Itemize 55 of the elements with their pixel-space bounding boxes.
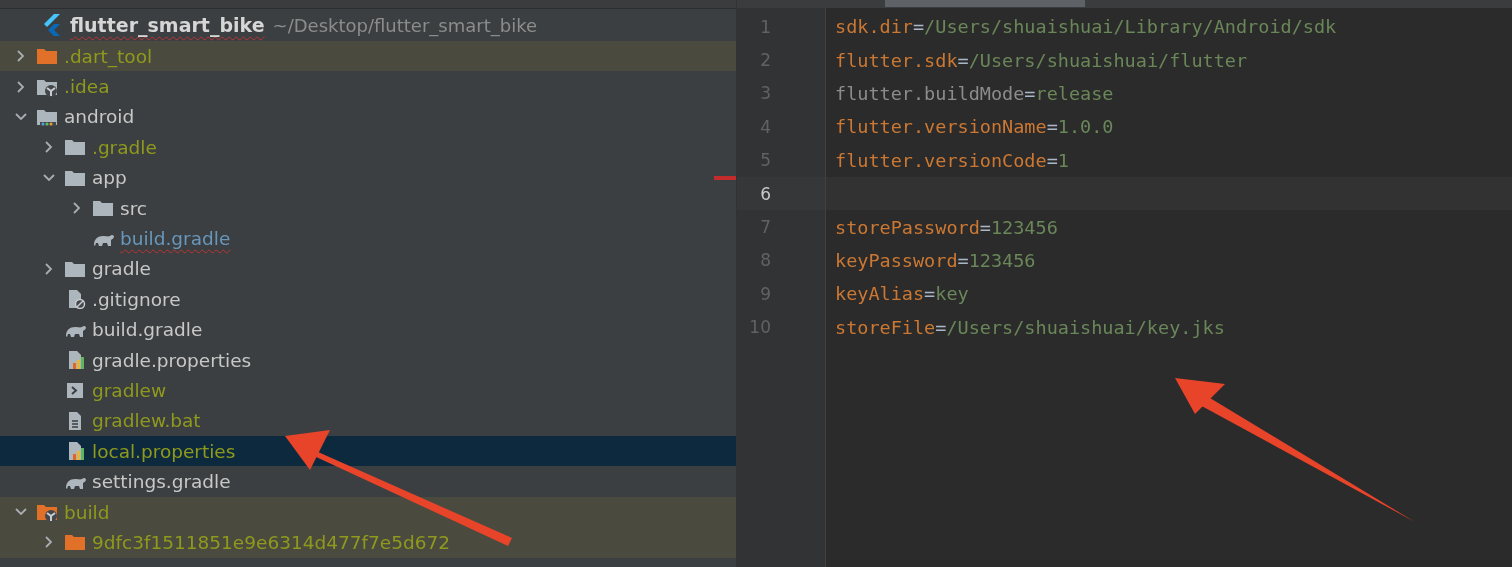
terminal-icon [64, 380, 86, 401]
tree-item[interactable]: app [0, 162, 736, 193]
code-line: flutter.buildMode=release [835, 82, 1114, 104]
file-name: .gitignore [92, 288, 181, 310]
tree-item[interactable]: src [0, 192, 736, 224]
file-name: gradle [92, 258, 151, 280]
file-name: local.properties [92, 440, 236, 462]
flutter-logo-icon [42, 13, 62, 37]
file-name: build [64, 501, 110, 523]
tree-item[interactable]: build.gradle [0, 223, 736, 254]
file-name: .idea [64, 76, 110, 98]
file-name: 9dfc3f1511851e9e6314d477f7e5d672 [92, 531, 451, 553]
folder-icon [64, 532, 86, 553]
tree-item[interactable]: gradle.properties [0, 344, 736, 376]
file-name: .gradle [92, 136, 157, 158]
tree-item[interactable]: .dart_tool [0, 41, 736, 72]
file-name: app [92, 167, 127, 189]
code-line: flutter.sdk=/Users/shuaishuai/flutter [835, 49, 1248, 71]
tree-item[interactable]: android [0, 101, 736, 133]
tree-item[interactable]: .idea [0, 71, 736, 102]
tree-item[interactable]: local.properties [0, 436, 736, 467]
tree-item[interactable]: settings.gradle [0, 466, 736, 497]
line-number: 6 [759, 183, 771, 204]
file-name: android [64, 106, 135, 128]
file-name: build.gradle [120, 228, 231, 250]
tree-item[interactable]: build [0, 496, 736, 528]
file-name: gradlew.bat [92, 410, 201, 432]
code-line: keyAlias=key [835, 283, 969, 305]
tree-item[interactable]: 9dfc3f1511851e9e6314d477f7e5d672 [0, 527, 736, 558]
folder-icon [64, 137, 86, 158]
file-name: settings.gradle [92, 471, 231, 493]
tree-item[interactable]: gradle [0, 253, 736, 285]
file-name: build.gradle [92, 319, 203, 341]
scrollbar-thumb[interactable] [885, 0, 1085, 7]
error-marker [714, 176, 736, 180]
code-line: storeFile=/Users/shuaishuai/key.jks [835, 316, 1225, 338]
tree-item[interactable]: gradlew.bat [0, 405, 736, 437]
tree-item[interactable]: build.gradle [0, 314, 736, 345]
folder-fan-icon [36, 502, 58, 523]
code-line: flutter.versionName=1.0.0 [835, 116, 1114, 138]
code-line: sdk.dir=/Users/shuaishuai/Library/Android/sdk [835, 16, 1337, 38]
folder-icon [36, 46, 58, 67]
file-name: gradlew [92, 380, 167, 401]
code-line: flutter.versionCode=1 [835, 149, 1069, 171]
code-line: storePassword=123456 [835, 216, 1058, 238]
file-name: src [120, 197, 147, 219]
tree-item[interactable]: .gitignore [0, 284, 736, 315]
tree-item[interactable]: gradlew [0, 375, 736, 406]
folder-icon [92, 198, 114, 219]
code-line: keyPassword=123456 [835, 249, 1036, 271]
tree-item[interactable]: .gradle [0, 132, 736, 163]
project-path: ~/Desktop/flutter_smart_bike [272, 14, 537, 36]
file-name: gradle.properties [92, 349, 252, 371]
file-name: .dart_tool [64, 45, 153, 67]
project-name: flutter_smart_bike [70, 14, 265, 36]
